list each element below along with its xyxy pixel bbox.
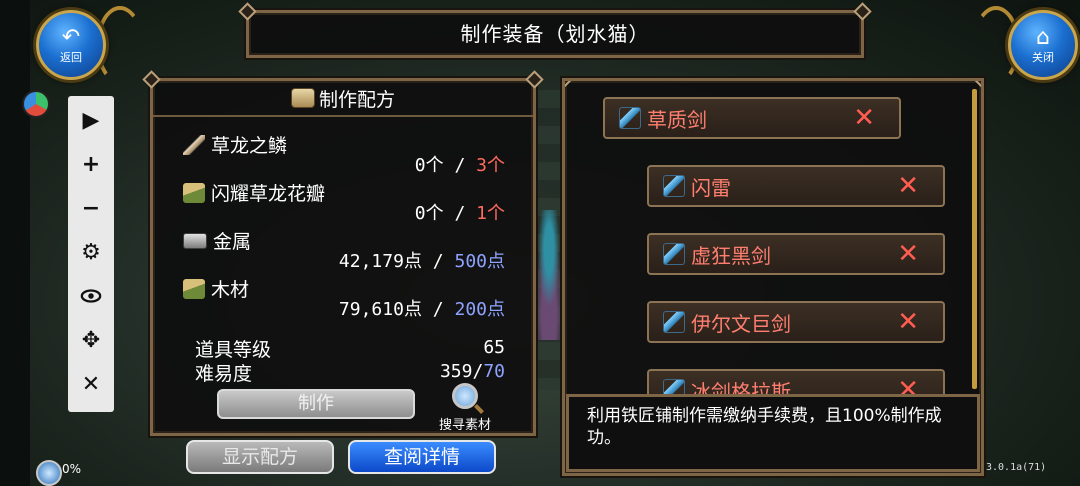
difficulty-value: 359/70 xyxy=(440,361,505,382)
make-button[interactable]: 制作 xyxy=(217,389,415,419)
sword-icon xyxy=(619,107,641,129)
progress-percent: 0% xyxy=(62,462,82,476)
recipe-panel: 制作配方 草龙之鳞 0个 / 3个 闪耀草龙花瓣 0个 / 1个 金属 42,1… xyxy=(150,78,536,436)
left-edge xyxy=(0,0,30,486)
search-materials-button[interactable]: 搜寻素材 xyxy=(433,383,497,433)
material-label: 闪耀草龙花瓣 xyxy=(211,183,326,205)
view-details-button[interactable]: 查阅详情 xyxy=(348,440,496,474)
close-icon[interactable]: ✕ xyxy=(853,105,875,131)
material-label: 金属 xyxy=(213,231,252,253)
gear-icon[interactable]: ⚙ xyxy=(68,232,114,272)
material-name: 木材 xyxy=(183,275,249,302)
back-button[interactable]: ↶ 返回 xyxy=(36,10,106,80)
material-label: 草龙之鳞 xyxy=(211,135,288,157)
material-label: 木材 xyxy=(211,279,250,301)
info-text: 利用铁匠铺制作需缴纳手续费，且100%制作成功。 xyxy=(587,406,942,448)
material-count: 0个 / 1个 xyxy=(415,199,505,225)
list-item[interactable]: 草质剑 ✕ xyxy=(603,97,901,139)
count-separator: / xyxy=(432,251,444,272)
close-icon[interactable]: ✕ xyxy=(897,173,919,199)
item-level-value: 65 xyxy=(483,337,505,358)
floating-toolbar: ▶ + − ⚙ ✥ ✕ xyxy=(68,96,114,412)
material-need: 1个 xyxy=(476,203,505,224)
status-orb-icon[interactable] xyxy=(36,460,62,486)
list-item[interactable]: 虚狂黑剑 ✕ xyxy=(647,233,945,275)
list-scrollbar[interactable] xyxy=(972,89,977,389)
recipe-header-label: 制作配方 xyxy=(318,88,395,111)
page-title: 制作装备（划水猫） xyxy=(246,10,864,58)
list-item[interactable]: 闪雷 ✕ xyxy=(647,165,945,207)
material-have: 79,610点 xyxy=(338,299,422,320)
material-count: 79,610点 / 200点 xyxy=(339,295,505,321)
ingot-icon xyxy=(183,232,207,249)
eye-icon[interactable] xyxy=(68,276,114,316)
sword-icon xyxy=(663,243,685,265)
count-separator: / xyxy=(454,203,466,224)
material-have: 0个 xyxy=(414,203,444,224)
version-label: 3.0.1a(71) xyxy=(986,462,1047,473)
play-icon[interactable]: ▶ xyxy=(68,100,114,140)
recipe-header: 制作配方 xyxy=(153,81,533,117)
item-name: 虚狂黑剑 xyxy=(691,243,771,268)
item-level-label: 道具等级 xyxy=(195,339,272,361)
material-name: 草龙之鳞 xyxy=(183,131,287,158)
close-icon[interactable]: ✕ xyxy=(897,241,919,267)
list-item[interactable]: 伊尔文巨剑 ✕ xyxy=(647,301,945,343)
difficulty-label: 难易度 xyxy=(195,363,253,385)
material-need: 500点 xyxy=(454,251,505,272)
back-arrow-icon: ↶ xyxy=(61,24,81,50)
close-icon[interactable]: ✕ xyxy=(897,309,919,335)
material-need: 200点 xyxy=(454,299,505,320)
home-icon: ⌂ xyxy=(1036,24,1050,50)
material-name: 闪耀草龙花瓣 xyxy=(183,179,325,206)
item-name: 伊尔文巨剑 xyxy=(691,311,791,336)
item-name: 草质剑 xyxy=(647,107,707,132)
plus-icon[interactable]: + xyxy=(68,144,114,184)
info-text-box: 利用铁匠铺制作需缴纳手续费，且100%制作成功。 xyxy=(566,394,980,472)
material-name: 金属 xyxy=(183,227,251,254)
magnifier-icon xyxy=(452,383,478,409)
background-character xyxy=(532,210,566,340)
material-have: 0个 xyxy=(414,155,444,176)
material-count: 0个 / 3个 xyxy=(415,151,505,177)
close-button-label: 关闭 xyxy=(1032,50,1054,64)
scroll-icon xyxy=(290,88,315,108)
move-icon[interactable]: ✥ xyxy=(68,320,114,360)
search-materials-label: 搜寻素材 xyxy=(438,418,491,433)
minus-icon[interactable]: − xyxy=(68,188,114,228)
sword-icon xyxy=(663,311,685,333)
material-need: 3个 xyxy=(476,155,505,176)
material-count: 42,179点 / 500点 xyxy=(339,247,505,273)
count-separator: / xyxy=(432,299,444,320)
feather-icon xyxy=(183,134,205,155)
plant-icon xyxy=(183,278,205,299)
sword-icon xyxy=(663,175,685,197)
difficulty-target: 70 xyxy=(483,361,505,382)
close-button[interactable]: ⌂ 关闭 xyxy=(1008,10,1078,80)
count-separator: / xyxy=(454,155,466,176)
material-have: 42,179点 xyxy=(338,251,422,272)
back-button-label: 返回 xyxy=(60,50,82,64)
plant-icon xyxy=(183,182,205,203)
difficulty-current: 359/ xyxy=(439,361,484,382)
item-name: 闪雷 xyxy=(691,175,731,200)
show-recipe-button[interactable]: 显示配方 xyxy=(186,440,334,474)
close-icon[interactable]: ✕ xyxy=(68,364,114,404)
overlay-app-icon[interactable] xyxy=(22,90,50,118)
